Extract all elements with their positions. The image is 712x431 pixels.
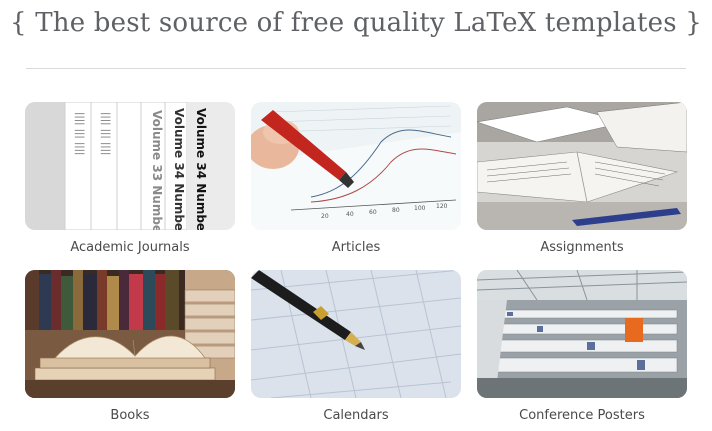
journal-spine-text-3: Volume 33 Number 1: [150, 110, 164, 230]
graph-tick-100: 100: [414, 205, 426, 212]
graph-tick-40: 40: [346, 211, 354, 218]
journal-spine-text-1: Volume 34 Number 2: [194, 108, 208, 230]
open-notebooks-image[interactable]: [477, 102, 687, 230]
category-card-conference-posters[interactable]: Conference Posters: [477, 270, 687, 423]
journal-spine-text-2: Volume 34 Number 1: [172, 108, 186, 230]
category-label[interactable]: Assignments: [477, 240, 687, 255]
category-card-academic-journals[interactable]: |||| ||| |||| |||| ||| |||| Volume 33 Nu…: [25, 102, 235, 255]
pen-on-graph-image[interactable]: 20 40 60 80 100 120: [251, 102, 461, 230]
graph-tick-80: 80: [392, 207, 400, 214]
category-label[interactable]: Academic Journals: [25, 240, 235, 255]
svg-text:|||| ||| ||||: |||| ||| ||||: [100, 112, 111, 155]
poster-hall-image[interactable]: [477, 270, 687, 398]
graph-tick-120: 120: [436, 203, 448, 210]
svg-text:|||| ||| ||||: |||| ||| ||||: [74, 112, 85, 155]
category-card-articles[interactable]: 20 40 60 80 100 120 Articles: [251, 102, 461, 255]
stack-of-books-image[interactable]: [25, 270, 235, 398]
category-label[interactable]: Articles: [251, 240, 461, 255]
category-label[interactable]: Conference Posters: [477, 408, 687, 423]
category-card-assignments[interactable]: Assignments: [477, 102, 687, 255]
category-label[interactable]: Calendars: [251, 408, 461, 423]
graph-tick-60: 60: [369, 209, 377, 216]
journals-spines-image[interactable]: |||| ||| |||| |||| ||| |||| Volume 33 Nu…: [25, 102, 235, 230]
category-card-books[interactable]: Books: [25, 270, 235, 423]
graph-tick-20: 20: [321, 213, 329, 220]
pen-on-calendar-image[interactable]: [251, 270, 461, 398]
category-label[interactable]: Books: [25, 408, 235, 423]
template-category-grid: |||| ||| |||| |||| ||| |||| Volume 33 Nu…: [0, 0, 712, 431]
category-card-calendars[interactable]: Calendars: [251, 270, 461, 423]
